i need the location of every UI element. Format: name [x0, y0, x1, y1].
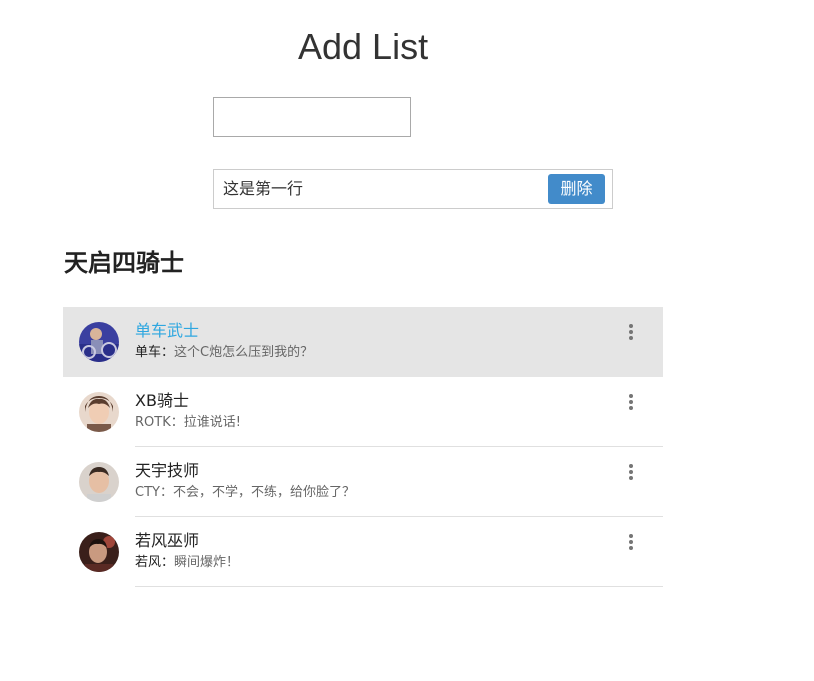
- contact-message: 单车：这个C炮怎么压到我的？: [135, 344, 313, 362]
- contact-message: 若风：瞬间爆炸！: [135, 554, 239, 572]
- contact-message: CTY：不会，不学，不练，给你脸了？: [135, 484, 355, 502]
- list-item[interactable]: XB骑士 ROTK：拉谁说话!: [63, 377, 663, 447]
- message-text: 不会，不学，不练，给你脸了？: [172, 485, 355, 500]
- message-sender: 单车：: [135, 345, 175, 360]
- message-text: 拉谁说话!: [183, 415, 241, 430]
- message-text: 瞬间爆炸！: [174, 555, 240, 570]
- more-vert-icon[interactable]: [621, 462, 641, 482]
- message-sender: 若风：: [135, 555, 175, 570]
- group-title: 天启四骑士: [64, 248, 184, 277]
- contact-name: 若风巫师: [135, 531, 200, 550]
- avatar[interactable]: [79, 462, 119, 502]
- avatar[interactable]: [79, 322, 119, 362]
- contact-name: XB骑士: [135, 391, 189, 410]
- message-text: 这个C炮怎么压到我的？: [174, 345, 314, 360]
- more-vert-icon[interactable]: [621, 322, 641, 342]
- list-item[interactable]: 单车武士 单车：这个C炮怎么压到我的？: [63, 307, 663, 377]
- message-sender: ROTK：: [135, 415, 184, 430]
- list-item[interactable]: 若风巫师 若风：瞬间爆炸！: [63, 517, 663, 587]
- todo-item: 这是第一行 删除: [213, 169, 613, 209]
- contact-list: 单车武士 单车：这个C炮怎么压到我的？ XB骑士 ROTK：拉谁说话! 天宇技师…: [63, 307, 663, 587]
- add-item-input[interactable]: [213, 97, 411, 137]
- more-vert-icon[interactable]: [621, 392, 641, 412]
- delete-button[interactable]: 删除: [548, 174, 605, 204]
- page-title: Add List: [298, 26, 429, 67]
- more-vert-icon[interactable]: [621, 532, 641, 552]
- divider: [135, 586, 663, 587]
- todo-item-text: 这是第一行: [223, 179, 304, 198]
- message-sender: CTY：: [135, 485, 173, 500]
- contact-name: 天宇技师: [135, 461, 200, 480]
- avatar[interactable]: [79, 392, 119, 432]
- contact-name: 单车武士: [135, 321, 200, 340]
- list-item[interactable]: 天宇技师 CTY：不会，不学，不练，给你脸了？: [63, 447, 663, 517]
- avatar[interactable]: [79, 532, 119, 572]
- contact-message: ROTK：拉谁说话!: [135, 414, 241, 432]
